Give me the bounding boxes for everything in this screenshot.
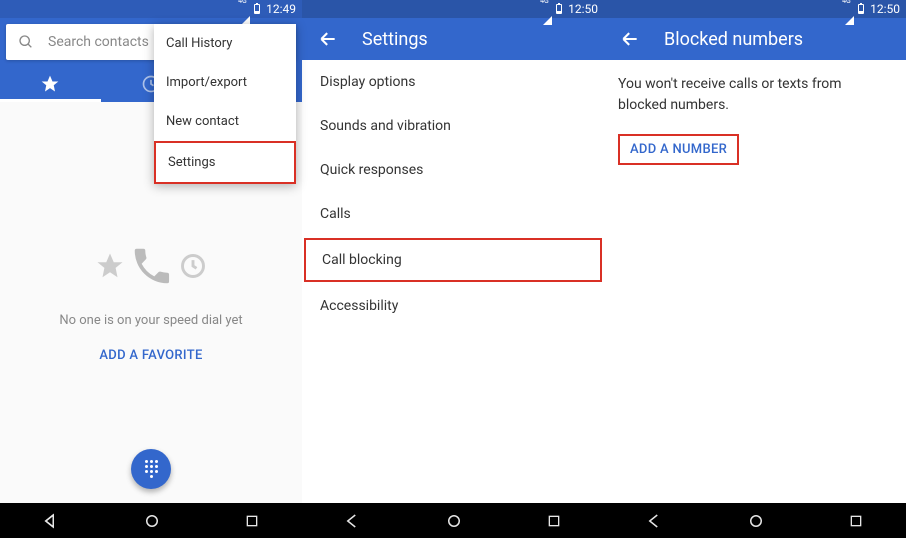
page-title: Blocked numbers — [664, 29, 803, 50]
dialpad-icon — [145, 460, 158, 478]
screen-blocked-numbers: 4G 12:50 Blocked numbers You won't recei… — [604, 0, 906, 538]
settings-list: Display options Sounds and vibration Qui… — [302, 60, 604, 503]
empty-state: No one is on your speed dial yet ADD A F… — [59, 243, 242, 363]
settings-display-options[interactable]: Display options — [302, 60, 604, 104]
status-bar: 4G 12:49 — [0, 0, 302, 18]
dialpad-fab[interactable] — [131, 449, 171, 489]
nav-back-icon[interactable] — [646, 512, 664, 530]
nav-recent-icon[interactable] — [848, 513, 864, 529]
star-icon — [40, 74, 60, 94]
nav-bar — [0, 503, 302, 538]
status-time: 12:49 — [266, 2, 296, 16]
settings-quick-responses[interactable]: Quick responses — [302, 148, 604, 192]
signal-icon: 4G — [845, 3, 854, 16]
nav-bar — [302, 503, 604, 538]
back-button[interactable] — [318, 29, 338, 49]
search-icon — [18, 34, 34, 50]
blocked-content: You won't receive calls or texts from bl… — [604, 60, 906, 503]
battery-icon — [254, 4, 260, 14]
nav-home-icon[interactable] — [445, 512, 463, 530]
signal-icon: 4G — [543, 3, 552, 16]
menu-new-contact[interactable]: New contact — [154, 102, 296, 141]
empty-clock-icon — [179, 252, 207, 280]
nav-back-icon[interactable] — [344, 512, 362, 530]
nav-home-icon[interactable] — [747, 512, 765, 530]
menu-call-history[interactable]: Call History — [154, 24, 296, 63]
overflow-menu: Call History Import/export New contact S… — [154, 24, 296, 184]
status-time: 12:50 — [870, 2, 900, 16]
empty-star-icon — [95, 251, 125, 281]
menu-import-export[interactable]: Import/export — [154, 63, 296, 102]
back-button[interactable] — [620, 29, 640, 49]
settings-call-blocking[interactable]: Call blocking — [304, 238, 602, 282]
nav-bar — [604, 503, 906, 538]
page-title: Settings — [362, 29, 428, 50]
status-bar: 4G 12:50 — [604, 0, 906, 18]
app-bar: Blocked numbers — [604, 18, 906, 60]
settings-sounds-vibration[interactable]: Sounds and vibration — [302, 104, 604, 148]
nav-recent-icon[interactable] — [546, 513, 562, 529]
nav-back-icon[interactable] — [42, 512, 60, 530]
empty-phone-icon — [129, 243, 175, 289]
empty-text: No one is on your speed dial yet — [59, 313, 242, 328]
add-number-button[interactable]: ADD A NUMBER — [618, 134, 739, 165]
empty-icons — [95, 243, 207, 289]
tab-favorites[interactable] — [0, 66, 101, 102]
app-bar: Settings — [302, 18, 604, 60]
screen-settings: 4G 12:50 Settings Display options Sounds… — [302, 0, 604, 538]
screen-contacts: 4G 12:49 Search contacts — [0, 0, 302, 538]
settings-calls[interactable]: Calls — [302, 192, 604, 236]
nav-recent-icon[interactable] — [244, 513, 260, 529]
signal-icon: 4G — [241, 3, 250, 16]
blocked-description: You won't receive calls or texts from bl… — [618, 74, 892, 116]
add-favorite-button[interactable]: ADD A FAVORITE — [99, 348, 202, 363]
nav-home-icon[interactable] — [143, 512, 161, 530]
battery-icon — [858, 4, 864, 14]
settings-accessibility[interactable]: Accessibility — [302, 284, 604, 328]
battery-icon — [556, 4, 562, 14]
menu-settings[interactable]: Settings — [154, 141, 296, 184]
status-time: 12:50 — [568, 2, 598, 16]
status-bar: 4G 12:50 — [302, 0, 604, 18]
